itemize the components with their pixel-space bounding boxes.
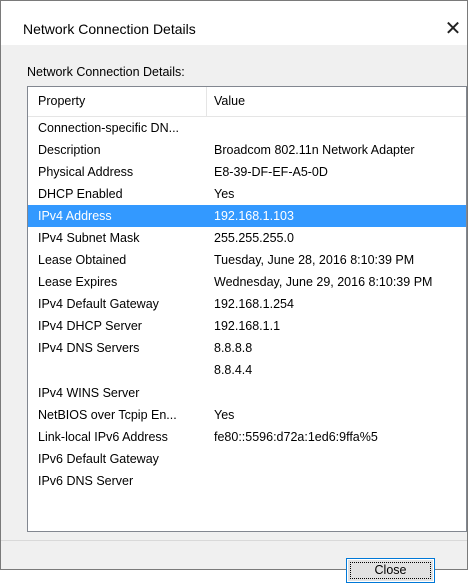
table-row[interactable]: IPv4 Address 192.168.1.103 bbox=[28, 205, 466, 227]
details-label: Network Connection Details: bbox=[27, 65, 185, 79]
property-cell: Connection-specific DN... bbox=[38, 121, 180, 135]
network-details-dialog: Network Connection Details ✕ Network Con… bbox=[0, 0, 468, 583]
column-divider[interactable] bbox=[206, 87, 207, 116]
value-cell: fe80::5596:d72a:1ed6:9ffa%5 bbox=[214, 430, 378, 444]
property-cell: Description bbox=[38, 143, 101, 157]
window-title: Network Connection Details bbox=[23, 21, 196, 37]
property-cell: IPv4 Default Gateway bbox=[38, 297, 159, 311]
property-cell: NetBIOS over Tcpip En... bbox=[38, 408, 177, 422]
value-cell: Yes bbox=[214, 187, 235, 201]
property-cell: Lease Expires bbox=[38, 275, 118, 289]
property-cell: IPv6 Default Gateway bbox=[38, 452, 159, 466]
property-cell: IPv4 DHCP Server bbox=[38, 319, 142, 333]
table-row[interactable]: NetBIOS over Tcpip En... Yes bbox=[28, 404, 466, 426]
property-cell: DHCP Enabled bbox=[38, 187, 123, 201]
value-cell: 8.8.8.8 bbox=[214, 341, 253, 355]
value-cell: 8.8.4.4 bbox=[214, 363, 253, 377]
table-row[interactable]: Lease Obtained Tuesday, June 28, 2016 8:1… bbox=[28, 249, 466, 271]
property-cell: IPv4 WINS Server bbox=[38, 386, 140, 400]
table-row[interactable]: Physical Address E8-39-DF-EF-A5-0D bbox=[28, 161, 466, 183]
value-cell: 255.255.255.0 bbox=[214, 231, 294, 245]
close-icon[interactable]: ✕ bbox=[439, 15, 467, 43]
property-cell: Physical Address bbox=[38, 165, 134, 179]
divider bbox=[1, 540, 467, 541]
property-cell: IPv4 DNS Servers bbox=[38, 341, 140, 355]
focus-rectangle bbox=[350, 562, 431, 579]
table-row[interactable]: IPv4 WINS Server bbox=[28, 382, 466, 404]
table-row[interactable]: IPv6 DNS Server bbox=[28, 470, 466, 492]
value-cell: Wednesday, June 29, 2016 8:10:39 PM bbox=[214, 275, 433, 289]
column-header-property[interactable]: Property bbox=[38, 94, 85, 108]
value-cell: Broadcom 802.11n Network Adapter bbox=[214, 143, 415, 157]
table-row[interactable]: DHCP Enabled Yes bbox=[28, 183, 466, 205]
property-cell: Lease Obtained bbox=[38, 253, 127, 267]
list-header: Property Value bbox=[28, 87, 466, 117]
property-cell: IPv4 Subnet Mask bbox=[38, 231, 140, 245]
column-header-value[interactable]: Value bbox=[214, 94, 245, 108]
title-bar: Network Connection Details ✕ bbox=[1, 1, 467, 45]
value-cell: 192.168.1.103 bbox=[214, 209, 294, 223]
value-cell: Yes bbox=[214, 408, 235, 422]
property-cell: IPv6 DNS Server bbox=[38, 474, 134, 488]
property-cell: IPv4 Address bbox=[38, 209, 112, 223]
table-row[interactable]: IPv4 Default Gateway 192.168.1.254 bbox=[28, 293, 466, 315]
details-list[interactable]: Property Value Connection-specific DN...… bbox=[27, 86, 467, 532]
table-row[interactable]: IPv6 Default Gateway bbox=[28, 448, 466, 470]
dialog-client-area: Network Connection Details: Property Val… bbox=[1, 45, 467, 583]
value-cell: 192.168.1.1 bbox=[214, 319, 281, 333]
table-row[interactable]: IPv4 DNS Servers 8.8.8.8 8.8.4.4 bbox=[28, 337, 466, 382]
value-cell: 192.168.1.254 bbox=[214, 297, 294, 311]
list-rows: Connection-specific DN... Description Broa… bbox=[28, 117, 466, 492]
table-row[interactable]: Description Broadcom 802.11n Network Adap… bbox=[28, 139, 466, 161]
table-row[interactable]: Connection-specific DN... bbox=[28, 117, 466, 139]
value-cell: Tuesday, June 28, 2016 8:10:39 PM bbox=[214, 253, 415, 267]
table-row[interactable]: IPv4 DHCP Server 192.168.1.1 bbox=[28, 315, 466, 337]
table-row[interactable]: Lease Expires Wednesday, June 29, 2016 8:… bbox=[28, 271, 466, 293]
close-button[interactable]: Close bbox=[346, 558, 435, 583]
property-cell: Link-local IPv6 Address bbox=[38, 430, 168, 444]
table-row[interactable]: Link-local IPv6 Address fe80::5596:d72a:1… bbox=[28, 426, 466, 448]
table-row[interactable]: IPv4 Subnet Mask 255.255.255.0 bbox=[28, 227, 466, 249]
value-cell: E8-39-DF-EF-A5-0D bbox=[214, 165, 328, 179]
